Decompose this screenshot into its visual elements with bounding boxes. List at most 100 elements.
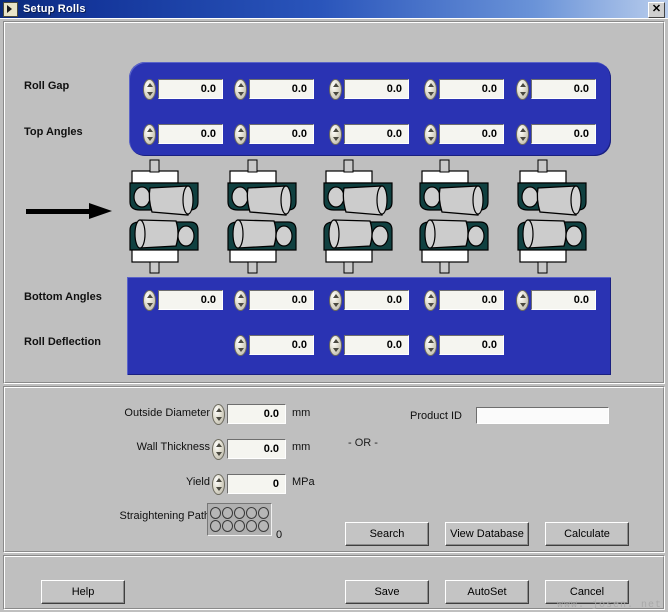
spinner-top-angle-2[interactable] — [234, 124, 247, 145]
path-led[interactable] — [210, 520, 221, 532]
spinner-roll-deflection-3[interactable] — [424, 335, 437, 356]
label-yield: Yield — [60, 476, 210, 488]
bottom-angle-field-2[interactable]: 0.0 — [234, 289, 314, 311]
roll-gap-field-1[interactable]: 0.0 — [143, 78, 223, 100]
path-led[interactable] — [210, 507, 221, 519]
or-separator-label: - OR - — [348, 437, 378, 449]
yield-field[interactable]: 0 — [212, 473, 286, 495]
path-led[interactable] — [258, 520, 269, 532]
roll-gap-value-5[interactable]: 0.0 — [531, 79, 596, 99]
bottom-angle-value-2[interactable]: 0.0 — [249, 290, 314, 310]
bottom-rolls-control-panel: 0.0 0.0 0.0 0.0 0.0 — [127, 277, 611, 375]
top-angle-field-1[interactable]: 0.0 — [143, 123, 223, 145]
spinner-roll-deflection-2[interactable] — [329, 335, 342, 356]
spinner-bottom-angle-3[interactable] — [329, 290, 342, 311]
top-angle-field-5[interactable]: 0.0 — [516, 123, 596, 145]
view-database-button[interactable]: View Database — [445, 522, 529, 546]
path-led[interactable] — [234, 520, 245, 532]
bottom-angle-field-5[interactable]: 0.0 — [516, 289, 596, 311]
top-angle-value-3[interactable]: 0.0 — [344, 124, 409, 144]
bottom-angle-field-3[interactable]: 0.0 — [329, 289, 409, 311]
roll-deflection-field-2[interactable]: 0.0 — [329, 334, 409, 356]
spinner-roll-deflection-1[interactable] — [234, 335, 247, 356]
label-wall-thickness: Wall Thickness — [60, 441, 210, 453]
bottom-angle-value-1[interactable]: 0.0 — [158, 290, 223, 310]
yield-value[interactable]: 0 — [227, 474, 286, 494]
path-led[interactable] — [222, 520, 233, 532]
label-top-angles: Top Angles — [24, 126, 83, 138]
search-button[interactable]: Search — [345, 522, 429, 546]
bottom-angle-field-1[interactable]: 0.0 — [143, 289, 223, 311]
spinner-top-angle-1[interactable] — [143, 124, 156, 145]
bottom-angle-value-5[interactable]: 0.0 — [531, 290, 596, 310]
spinner-outside-diameter[interactable] — [212, 404, 225, 425]
wall-thickness-value[interactable]: 0.0 — [227, 439, 286, 459]
label-roll-deflection: Roll Deflection — [24, 336, 101, 348]
setup-rolls-window: Setup Rolls ✕ Roll Gap Top Angles Bottom… — [0, 0, 668, 612]
spinner-top-angle-5[interactable] — [516, 124, 529, 145]
autoset-button[interactable]: AutoSet — [445, 580, 529, 604]
roll-gap-field-2[interactable]: 0.0 — [234, 78, 314, 100]
roll-gap-field-5[interactable]: 0.0 — [516, 78, 596, 100]
help-button[interactable]: Help — [41, 580, 125, 604]
roller-assembly-diagram — [126, 158, 614, 276]
outside-diameter-field[interactable]: 0.0 — [212, 403, 286, 425]
top-angle-field-2[interactable]: 0.0 — [234, 123, 314, 145]
save-button[interactable]: Save — [345, 580, 429, 604]
roll-gap-value-1[interactable]: 0.0 — [158, 79, 223, 99]
spinner-roll-gap-5[interactable] — [516, 79, 529, 100]
roll-gap-value-3[interactable]: 0.0 — [344, 79, 409, 99]
unit-outside-diameter: mm — [292, 407, 310, 419]
wall-thickness-field[interactable]: 0.0 — [212, 438, 286, 460]
spinner-bottom-angle-5[interactable] — [516, 290, 529, 311]
spinner-roll-gap-2[interactable] — [234, 79, 247, 100]
roll-deflection-value-1[interactable]: 0.0 — [249, 335, 314, 355]
spinner-bottom-angle-2[interactable] — [234, 290, 247, 311]
spinner-roll-gap-1[interactable] — [143, 79, 156, 100]
spinner-bottom-angle-1[interactable] — [143, 290, 156, 311]
close-icon[interactable]: ✕ — [648, 2, 665, 18]
window-title: Setup Rolls — [23, 3, 86, 15]
outside-diameter-value[interactable]: 0.0 — [227, 404, 286, 424]
roll-deflection-value-3[interactable]: 0.0 — [439, 335, 504, 355]
spinner-roll-gap-4[interactable] — [424, 79, 437, 100]
roll-gap-field-3[interactable]: 0.0 — [329, 78, 409, 100]
top-angle-value-2[interactable]: 0.0 — [249, 124, 314, 144]
bottom-angle-value-4[interactable]: 0.0 — [439, 290, 504, 310]
watermark-text: www. josen. net — [557, 600, 662, 611]
calculate-button[interactable]: Calculate — [545, 522, 629, 546]
roll-setup-panel: Roll Gap Top Angles Bottom Angles Roll D… — [3, 21, 665, 384]
roll-deflection-field-3[interactable]: 0.0 — [424, 334, 504, 356]
bottom-angle-field-4[interactable]: 0.0 — [424, 289, 504, 311]
roll-deflection-field-1[interactable]: 0.0 — [234, 334, 314, 356]
label-outside-diameter: Outside Diameter — [60, 407, 210, 419]
roll-gap-value-4[interactable]: 0.0 — [439, 79, 504, 99]
path-led[interactable] — [222, 507, 233, 519]
spinner-roll-gap-3[interactable] — [329, 79, 342, 100]
top-angle-value-1[interactable]: 0.0 — [158, 124, 223, 144]
product-id-input[interactable] — [476, 407, 609, 424]
top-angle-field-3[interactable]: 0.0 — [329, 123, 409, 145]
roll-deflection-value-2[interactable]: 0.0 — [344, 335, 409, 355]
label-product-id: Product ID — [410, 410, 462, 422]
spinner-yield[interactable] — [212, 474, 225, 495]
label-straightening-path: Straightening Path — [50, 510, 210, 522]
path-led[interactable] — [234, 507, 245, 519]
bottom-angle-value-3[interactable]: 0.0 — [344, 290, 409, 310]
title-bar: Setup Rolls ✕ — [0, 0, 668, 18]
path-led[interactable] — [246, 520, 257, 532]
roll-gap-field-4[interactable]: 0.0 — [424, 78, 504, 100]
spinner-bottom-angle-4[interactable] — [424, 290, 437, 311]
path-led[interactable] — [258, 507, 269, 519]
top-angle-value-5[interactable]: 0.0 — [531, 124, 596, 144]
spinner-top-angle-3[interactable] — [329, 124, 342, 145]
spinner-top-angle-4[interactable] — [424, 124, 437, 145]
straightening-path-indicator[interactable] — [207, 503, 272, 536]
top-angle-value-4[interactable]: 0.0 — [439, 124, 504, 144]
label-bottom-angles: Bottom Angles — [24, 291, 102, 303]
path-led[interactable] — [246, 507, 257, 519]
roll-gap-value-2[interactable]: 0.0 — [249, 79, 314, 99]
material-flow-arrow-icon — [26, 203, 112, 219]
spinner-wall-thickness[interactable] — [212, 439, 225, 460]
top-angle-field-4[interactable]: 0.0 — [424, 123, 504, 145]
